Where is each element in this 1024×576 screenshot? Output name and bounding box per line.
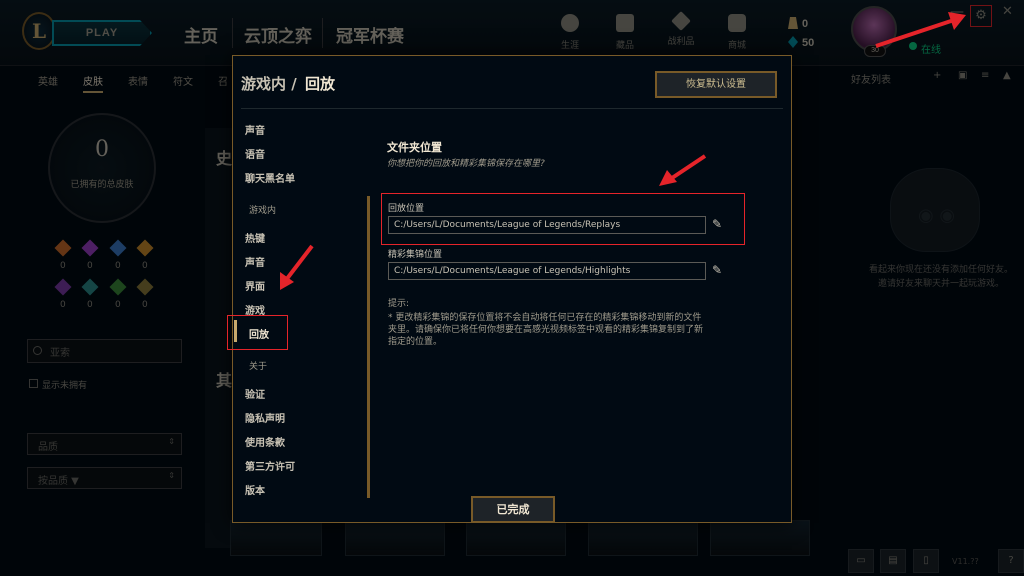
settings-nav-ingame-sound[interactable]: 声音: [245, 254, 265, 269]
highlight-path-field[interactable]: C:/Users/L/Documents/League of Legends/H…: [388, 262, 706, 280]
tip-body: * 更改精彩集锦的保存位置将不会自动将任何已存在的精彩集锦移动到新的文件夹里。请…: [388, 313, 704, 347]
settings-nav-voice[interactable]: 语音: [245, 146, 265, 161]
edit-highlight-path-icon[interactable]: ✎: [712, 263, 722, 277]
settings-nav-version[interactable]: 版本: [245, 482, 265, 497]
annotation-arrow-icon: [280, 244, 314, 290]
edit-replay-path-icon[interactable]: ✎: [712, 217, 722, 231]
settings-nav-section-about: 关于: [249, 362, 268, 372]
section-subtitle: 你想把你的回放和精彩集锦保存在哪里?: [387, 159, 545, 169]
settings-nav-interface[interactable]: 界面: [245, 278, 265, 293]
replay-path-field[interactable]: C:/Users/L/Documents/League of Legends/R…: [388, 216, 706, 234]
tip-title: 提示:: [388, 299, 410, 309]
annotation-arrow-icon: [875, 12, 966, 48]
done-button[interactable]: 已完成: [471, 496, 555, 523]
settings-nav-replays[interactable]: 回放: [249, 326, 269, 341]
settings-nav-sound[interactable]: 声音: [245, 122, 265, 137]
breadcrumb-parent-text: 游戏内: [241, 75, 287, 93]
active-indicator: [234, 320, 237, 342]
settings-nav-terms[interactable]: 使用条款: [245, 434, 285, 449]
settings-nav-third-party[interactable]: 第三方许可: [245, 458, 295, 473]
highlight-location-label: 精彩集锦位置: [388, 250, 443, 260]
section-title: 文件夹位置: [387, 141, 442, 154]
breadcrumb-parent: 游戏内 /: [241, 73, 297, 94]
page-title: 回放: [305, 75, 336, 93]
replay-location-label: 回放位置: [388, 204, 425, 214]
settings-nav-hotkeys[interactable]: 热键: [245, 230, 265, 245]
annotation-arrow-icon: [659, 154, 707, 186]
settings-nav-privacy[interactable]: 隐私声明: [245, 410, 285, 425]
settings-nav-verification[interactable]: 验证: [245, 386, 265, 401]
scrollbar[interactable]: [367, 196, 370, 498]
restore-defaults-button[interactable]: 恢复默认设置: [655, 71, 777, 98]
breadcrumb-separator: /: [291, 75, 297, 93]
divider: [241, 108, 783, 109]
settings-nav-chat-blocklist[interactable]: 聊天黑名单: [245, 170, 295, 185]
settings-nav-section-ingame: 游戏内: [249, 206, 277, 216]
